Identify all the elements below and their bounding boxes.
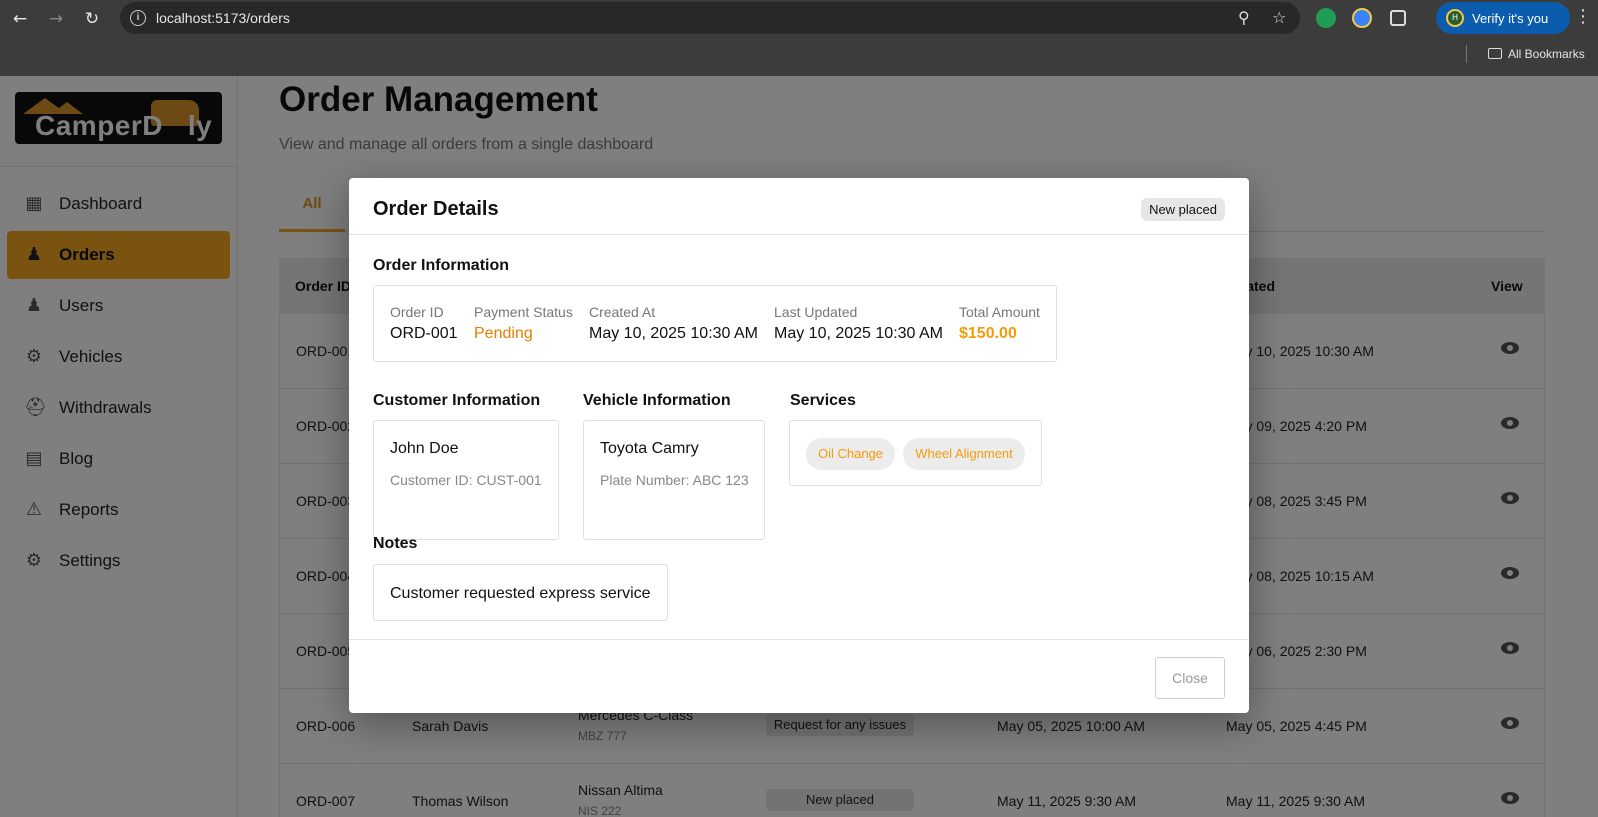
created-at-label: Created At [589,304,656,320]
url-text[interactable]: localhost:5173/orders [156,10,290,26]
services-card: Oil Change Wheel Alignment [789,420,1042,486]
total-amount-value: $150.00 [959,325,1017,342]
order-id-label: Order ID [390,304,444,320]
notes-card: Customer requested express service [373,564,668,621]
notes-text: Customer requested express service [390,585,651,602]
services-heading: Services [790,392,856,409]
folder-icon [1488,48,1502,59]
order-id-value: ORD-001 [390,325,458,342]
reload-icon[interactable]: ↻ [80,7,104,31]
total-amount-label: Total Amount [959,304,1040,320]
site-info-icon[interactable]: i [130,10,146,26]
back-arrow-icon[interactable]: ← [8,7,32,31]
payment-status-value: Pending [474,325,533,342]
verify-profile-button[interactable]: H Verify it's you [1436,2,1570,34]
payment-status-label: Payment Status [474,304,573,320]
vehicle-plate: Plate Number: ABC 123 [600,472,749,488]
order-details-modal: Order Details New placed Order Informati… [349,178,1249,713]
compass-extension-icon[interactable] [1352,8,1372,28]
profile-avatar: H [1446,9,1464,27]
vehicle-name: Toyota Camry [600,440,699,457]
address-bar[interactable]: i localhost:5173/orders ⚲ ☆ [120,2,1300,34]
status-badge: New placed [1141,198,1225,221]
vehicle-information-heading: Vehicle Information [583,392,731,409]
order-information-card: Order ID ORD-001 Payment Status Pending … [373,285,1057,362]
created-at-value: May 10, 2025 10:30 AM [589,325,758,342]
all-bookmarks-label: All Bookmarks [1508,47,1585,61]
service-chip: Wheel Alignment [903,438,1025,470]
last-updated-value: May 10, 2025 10:30 AM [774,325,943,342]
verify-label: Verify it's you [1472,11,1549,26]
bookmark-divider [1466,45,1467,63]
all-bookmarks-link[interactable]: All Bookmarks [1488,47,1585,61]
modal-header: Order Details New placed [349,178,1249,235]
browser-menu-icon[interactable]: ⋮ [1574,6,1592,27]
close-button[interactable]: Close [1155,657,1225,699]
modal-title: Order Details [373,198,499,220]
customer-information-heading: Customer Information [373,392,541,409]
browser-chrome: ← → ↻ i localhost:5173/orders ⚲ ☆ H Veri… [0,0,1598,76]
modal-footer: Close [349,639,1249,713]
service-chip: Oil Change [806,438,895,470]
star-icon[interactable]: ☆ [1272,8,1286,27]
key-icon[interactable]: ⚲ [1238,8,1250,27]
customer-card: John Doe Customer ID: CUST-001 [373,420,559,540]
customer-name: John Doe [390,440,459,457]
forward-arrow-icon[interactable]: → [44,7,68,31]
notes-heading: Notes [373,535,418,552]
last-updated-label: Last Updated [774,304,858,320]
order-information-heading: Order Information [373,257,510,274]
extensions-puzzle-icon[interactable] [1390,10,1406,26]
vehicle-card: Toyota Camry Plate Number: ABC 123 [583,420,765,540]
grammarly-extension-icon[interactable] [1316,8,1336,28]
customer-id: Customer ID: CUST-001 [390,472,542,488]
